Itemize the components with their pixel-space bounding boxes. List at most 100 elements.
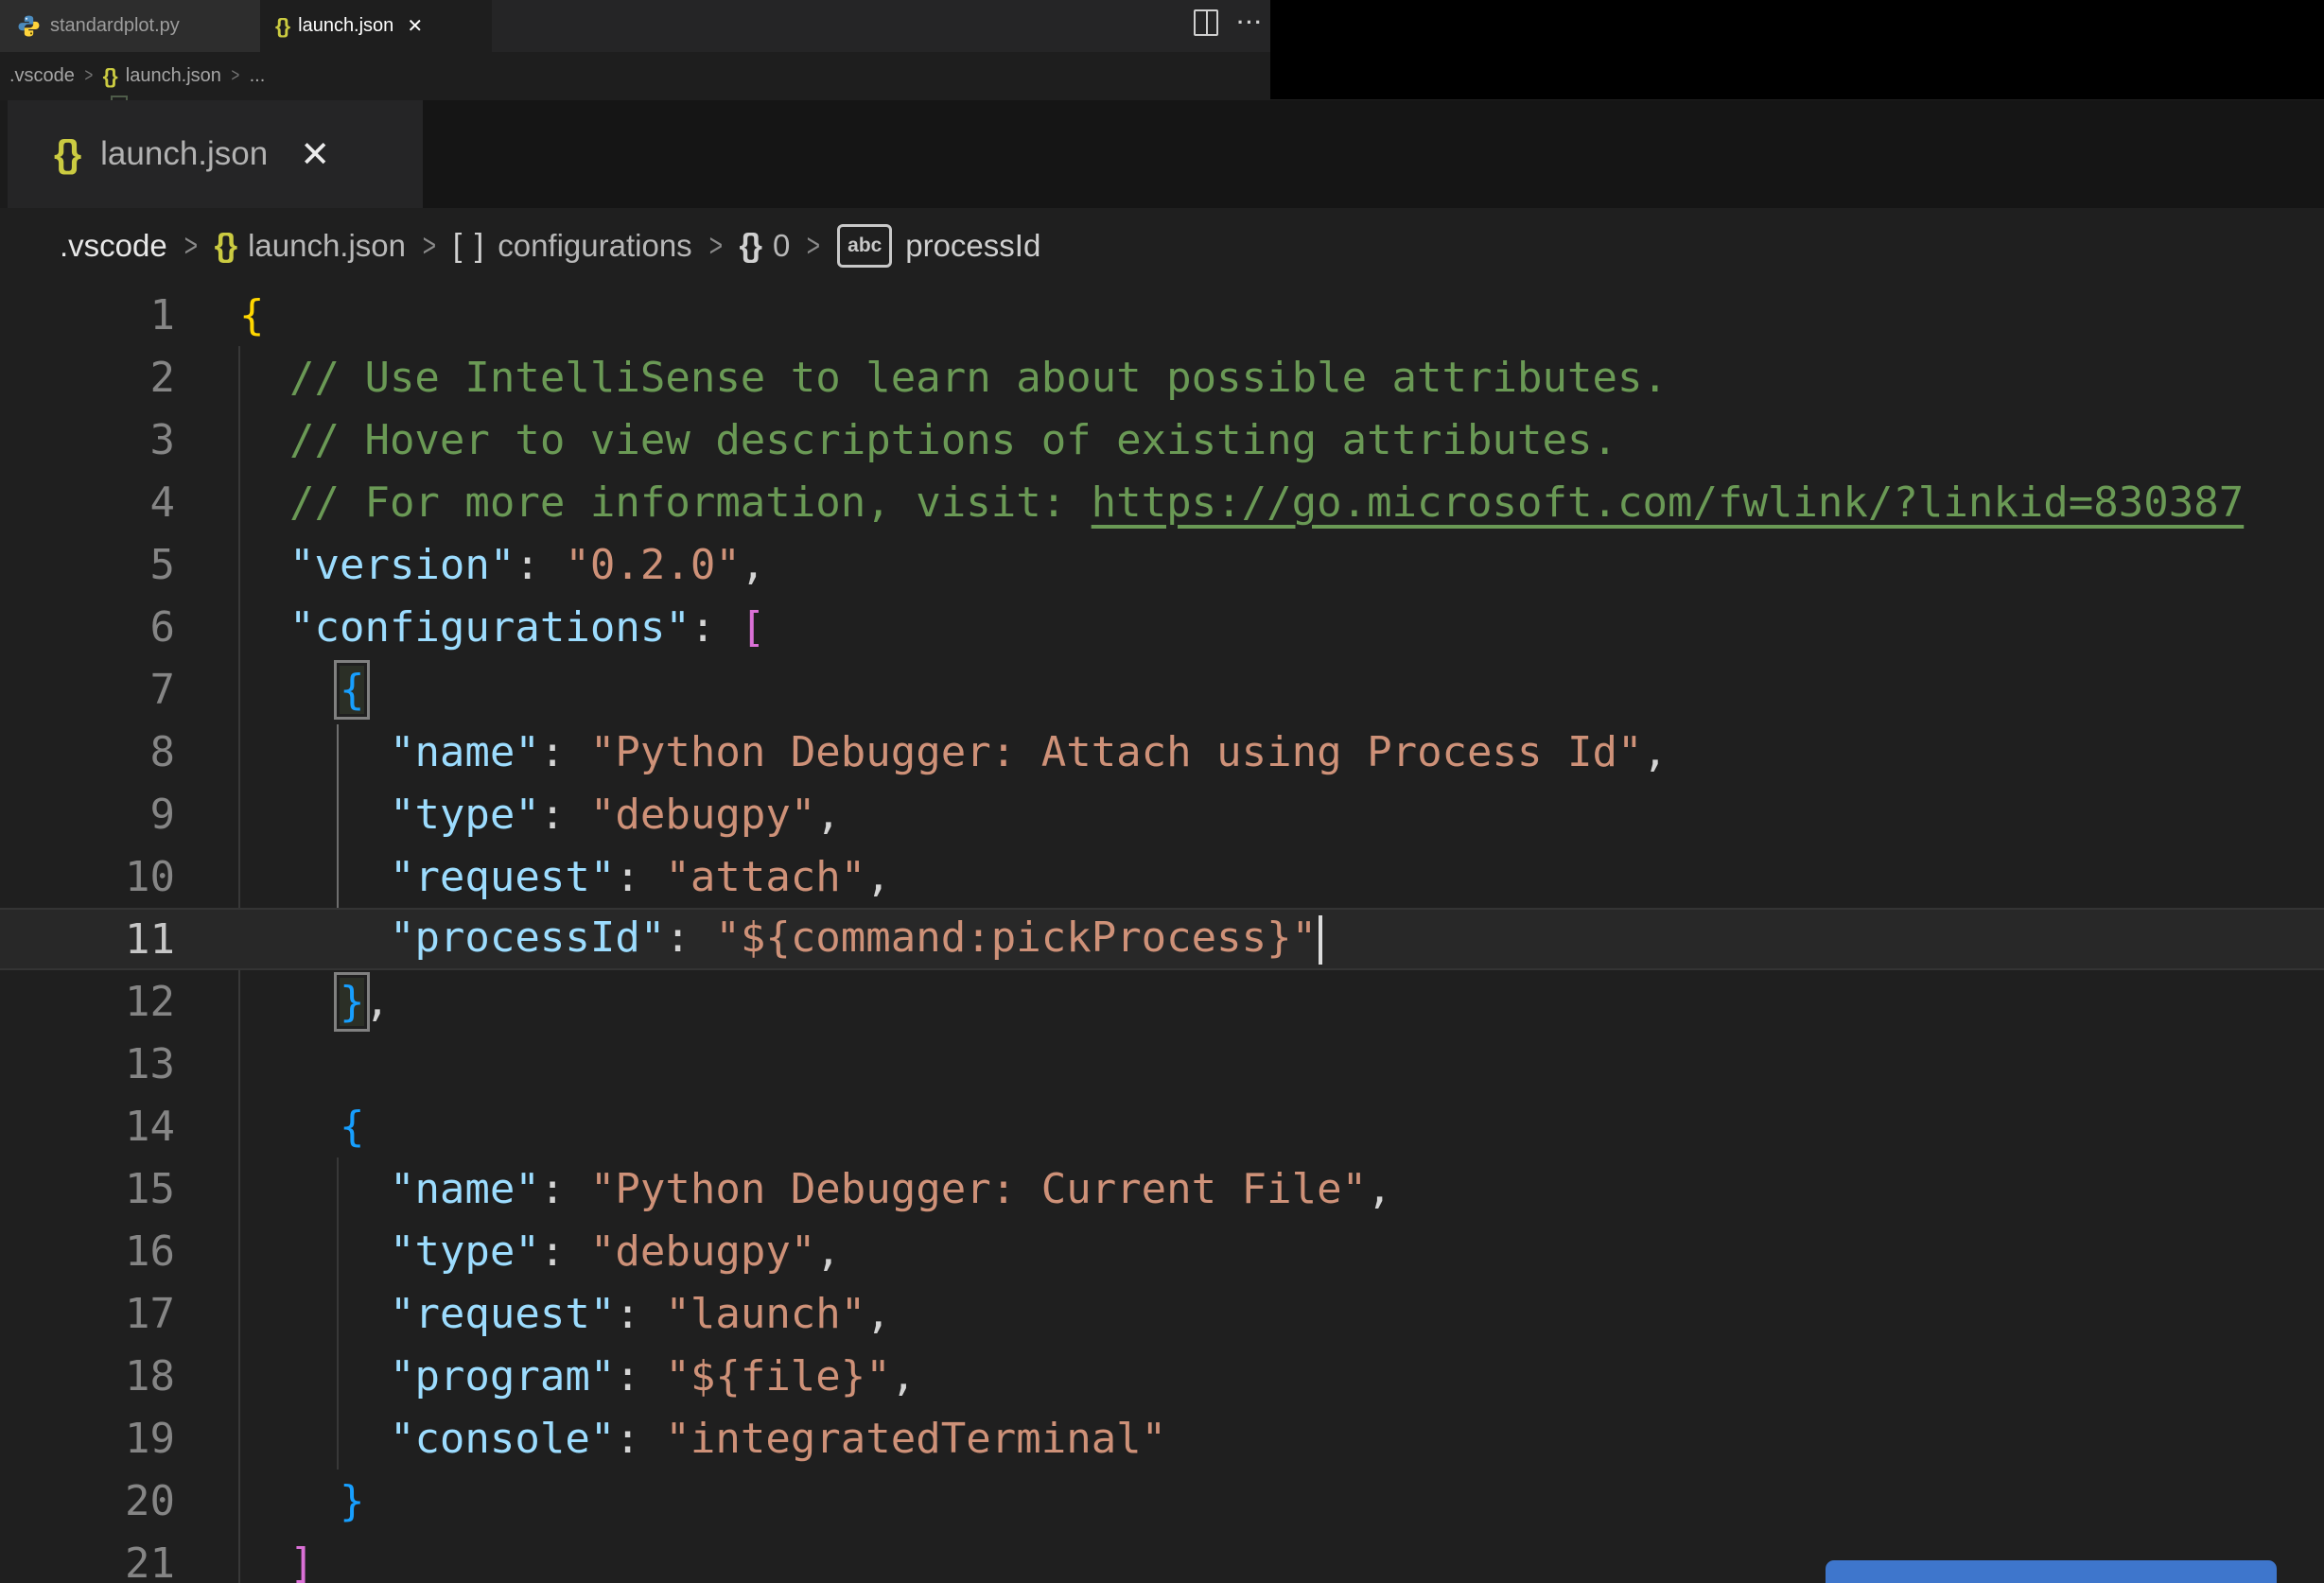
symbol-string-icon: abc [837,224,893,268]
token-com: // Use IntelliSense to learn about possi… [288,353,1668,402]
token-key: "request" [389,1289,616,1338]
close-tab-icon[interactable]: ✕ [300,133,330,176]
token-b1: ] [288,1539,315,1583]
code-editor[interactable]: 1{2 // Use IntelliSense to learn about p… [0,284,2324,1583]
token-b0: { [239,290,265,339]
breadcrumb-item-processid[interactable]: abc processId [837,224,1040,268]
token-str: "Python Debugger: Attach using Process I… [589,727,1643,776]
magnified-tab-strip: {} launch.json ✕ [0,100,2324,208]
line-number: 17 [125,1289,175,1338]
breadcrumb-item--vscode[interactable]: .vscode [60,228,167,264]
tab-standardplot-py[interactable]: standardplot.py [0,0,260,52]
token-pun: , [815,790,841,839]
code-text: { [175,659,371,720]
code-line-15[interactable]: 15 "name": "Python Debugger: Current Fil… [0,1157,2324,1220]
token-str: "launch" [665,1289,866,1338]
line-number: 21 [125,1539,175,1583]
code-line-19[interactable]: 19 "console": "integratedTerminal" [0,1407,2324,1470]
code-line-11[interactable]: 11 "processId": "${command:pickProcess}" [0,908,2324,970]
window-left-edge [0,100,8,208]
token-pun: , [865,1289,891,1338]
tab-launch-json[interactable]: {} launch.json ✕ [260,0,492,52]
code-line-7[interactable]: 7 { [0,658,2324,721]
line-number: 8 [149,727,176,776]
token-str: "debugpy" [589,1226,816,1276]
breadcrumb-label: .vscode [60,228,167,263]
token-pun: : [615,1351,666,1400]
token-pun: : [690,602,741,652]
tab-label: launch.json [100,135,269,172]
breadcrumb-label: processId [905,228,1041,263]
breadcrumb-item-launch-json[interactable]: {} launch.json [103,64,221,89]
code-line-14[interactable]: 14 { [0,1095,2324,1157]
chevron-right-icon: > [183,227,198,264]
editor-actions: ··· [1194,9,1264,36]
code-line-3[interactable]: 3 // Hover to view descriptions of exist… [0,409,2324,471]
token-pun: , [815,1226,841,1276]
symbol-object-icon: {} [739,227,763,264]
code-line-4[interactable]: 4 // For more information, visit: https:… [0,471,2324,533]
comment-link[interactable]: https://go.microsoft.com/fwlink/?linkid=… [1092,478,2245,527]
breadcrumb-label: launch.json [125,65,221,86]
text-cursor [1319,915,1323,965]
more-actions-icon[interactable]: ··· [1237,11,1264,34]
breadcrumb-item--vscode[interactable]: .vscode [9,65,75,87]
chevron-right-icon: > [422,227,437,264]
line-number: 13 [125,1039,175,1088]
code-line-20[interactable]: 20 } [0,1470,2324,1532]
python-icon [18,15,40,37]
code-line-16[interactable]: 16 "type": "debugpy", [0,1220,2324,1282]
breadcrumb-item-launch-json[interactable]: {} launch.json [215,228,406,265]
token-str: "Python Debugger: Current File" [589,1164,1368,1213]
code-line-18[interactable]: 18 "program": "${file}", [0,1345,2324,1407]
breadcrumb-item-0[interactable]: {} 0 [740,228,791,265]
code-text: "request": "attach", [175,853,891,901]
magnified-tab-launch-json[interactable]: {} launch.json ✕ [8,100,423,208]
code-text: { [175,1102,365,1151]
token-pun: , [364,977,390,1026]
token-str: "integratedTerminal" [665,1414,1167,1463]
token-pun: : [665,913,716,962]
token-str: "attach" [665,852,866,901]
line-number: 20 [125,1476,175,1525]
token-key: "console" [389,1414,616,1463]
code-text: "program": "${file}", [175,1352,916,1400]
line-number: 2 [149,353,176,402]
line-number: 1 [149,290,176,339]
token-key: "processId" [389,913,666,962]
token-key: "name" [389,1164,540,1213]
code-line-17[interactable]: 17 "request": "launch", [0,1282,2324,1345]
code-line-9[interactable]: 9 "type": "debugpy", [0,783,2324,845]
matched-bracket: } [334,971,371,1032]
breadcrumb-item-configurations[interactable]: [ ] configurations [453,228,692,265]
token-pun: : [615,852,666,901]
tab-label: launch.json [298,15,394,36]
code-line-6[interactable]: 6 "configurations": [ [0,596,2324,658]
code-text: { [175,291,265,339]
code-line-5[interactable]: 5 "version": "0.2.0", [0,533,2324,596]
code-text: // For more information, visit: https://… [175,478,2244,527]
token-key: "type" [389,1226,540,1276]
code-line-1[interactable]: 1{ [0,284,2324,346]
code-line-10[interactable]: 10 "request": "attach", [0,845,2324,908]
code-line-2[interactable]: 2 // Use IntelliSense to learn about pos… [0,346,2324,409]
split-editor-icon[interactable] [1194,9,1218,36]
line-number: 14 [125,1102,175,1151]
token-pun: , [740,540,766,589]
code-line-13[interactable]: 13 [0,1033,2324,1095]
code-line-12[interactable]: 12 }, [0,970,2324,1033]
token-key: "configurations" [288,602,690,652]
close-tab-icon[interactable]: ✕ [407,14,423,38]
token-b2: { [339,1102,365,1151]
line-number: 15 [125,1164,175,1213]
code-lines: 1{2 // Use IntelliSense to learn about p… [0,284,2324,1583]
code-text: // Use IntelliSense to learn about possi… [175,354,1668,402]
token-pun: : [515,540,566,589]
add-configuration-button[interactable] [1826,1560,2277,1583]
token-pun: : [615,1414,666,1463]
code-line-8[interactable]: 8 "name": "Python Debugger: Attach using… [0,721,2324,783]
code-text: "request": "launch", [175,1290,891,1338]
code-text: // Hover to view descriptions of existin… [175,416,1617,464]
breadcrumb-item--[interactable]: ... [250,65,266,87]
token-com: // For more information, visit: [288,478,1092,527]
